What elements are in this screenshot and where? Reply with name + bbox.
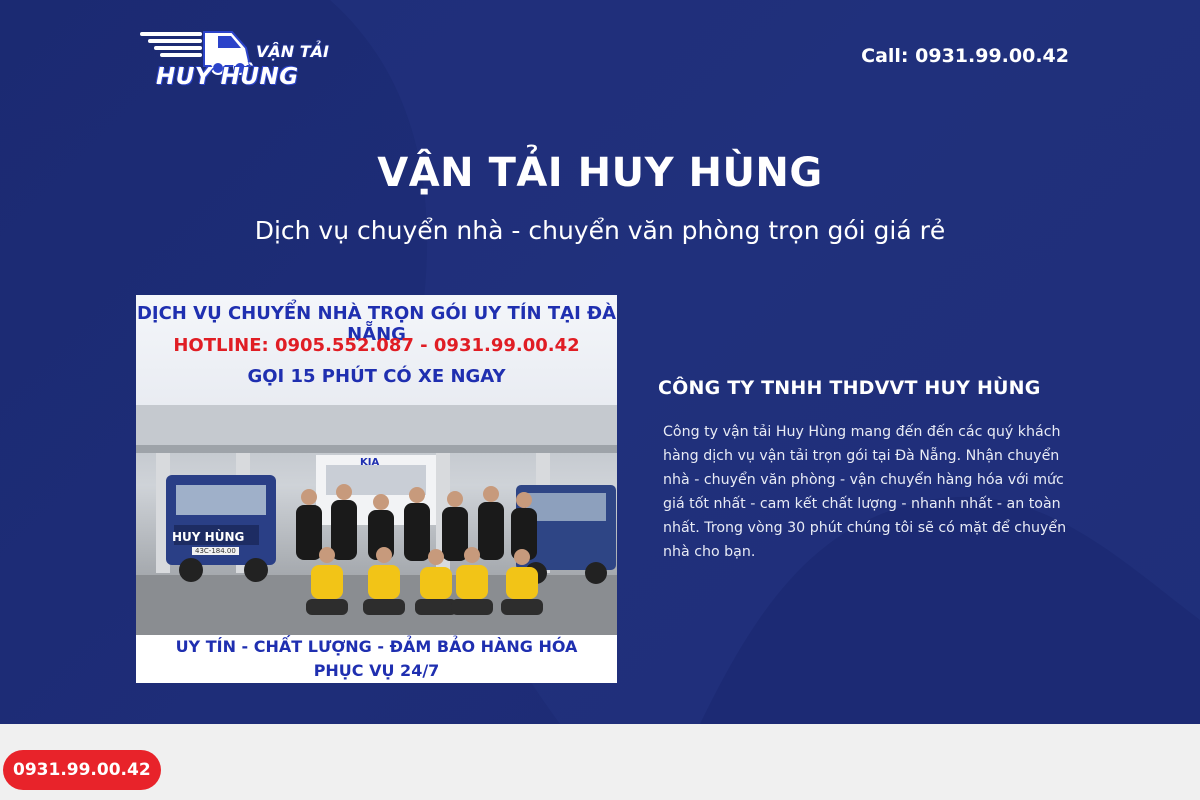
- team-photo: KIA HUY HÙNG 43C-184.00: [136, 405, 617, 635]
- banner-hotline: HOTLINE: 0905.552.087 - 0931.99.00.42: [173, 335, 580, 356]
- call-link[interactable]: Call: 0931.99.00.42: [861, 45, 1069, 67]
- truck-sign-label: HUY HÙNG: [172, 530, 245, 544]
- truck-brand-label: KIA: [360, 457, 380, 468]
- company-name: CÔNG TY TNHH THDVVT HUY HÙNG: [658, 377, 1041, 399]
- service-banner-image: DỊCH VỤ CHUYỂN NHÀ TRỌN GÓI UY TÍN TẠI Đ…: [136, 295, 617, 683]
- hero-section: VẬN TẢI HUY HÙNG Call: 0931.99.00.42 VẬN…: [0, 0, 1200, 724]
- team-photo-illustration: [136, 405, 617, 635]
- page-subtitle: Dịch vụ chuyển nhà - chuyển văn phòng tr…: [254, 216, 946, 245]
- company-description: Công ty vận tải Huy Hùng mang đến đến cá…: [663, 424, 1067, 560]
- banner-tagline: GỌI 15 PHÚT CÓ XE NGAY: [247, 366, 506, 387]
- site-logo[interactable]: VẬN TẢI HUY HÙNG: [134, 24, 329, 96]
- floating-phone-button[interactable]: 0931.99.00.42: [3, 750, 161, 790]
- banner-footer-line1: UY TÍN - CHẤT LƯỢNG - ĐẢM BẢO HÀNG HÓA: [175, 637, 578, 656]
- page-title: VẬN TẢI HUY HÙNG: [377, 150, 823, 196]
- logo-text-bottom: HUY HÙNG: [156, 64, 299, 90]
- license-plate: 43C-184.00: [192, 547, 239, 555]
- logo-text-top: VẬN TẢI: [256, 42, 329, 61]
- banner-footer-line2: PHỤC VỤ 24/7: [313, 661, 440, 680]
